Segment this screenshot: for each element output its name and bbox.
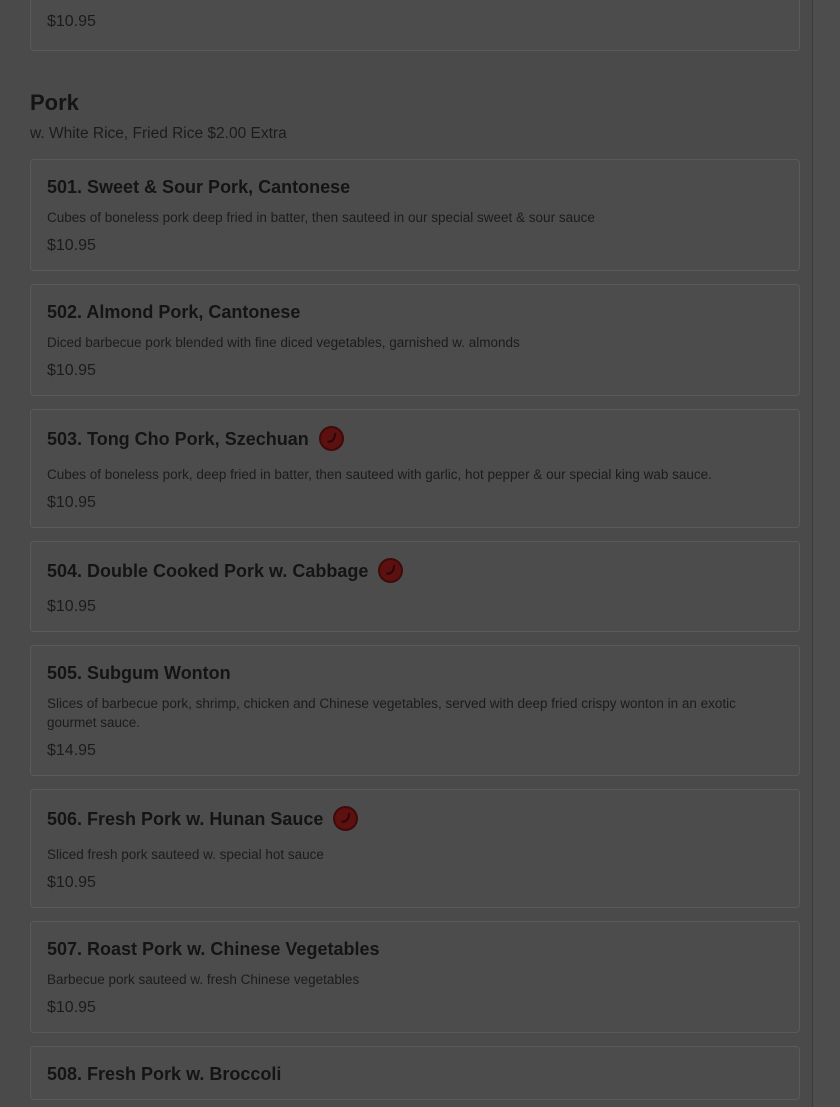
menu-item-card[interactable]: 505. Subgum Wonton Slices of barbecue po… <box>30 645 800 776</box>
menu-item-price: $10.95 <box>47 999 96 1016</box>
menu-item-price: $10.95 <box>47 237 96 254</box>
menu-item-card[interactable]: 502. Almond Pork, Cantonese Diced barbec… <box>30 284 800 396</box>
menu-item-card[interactable]: 507. Roast Pork w. Chinese Vegetables Ba… <box>30 921 800 1033</box>
chili-pepper-icon <box>318 426 344 451</box>
section-subtitle: w. White Rice, Fried Rice $2.00 Extra <box>30 125 287 142</box>
menu-item-card[interactable]: 501. Sweet & Sour Pork, Cantonese Cubes … <box>30 159 800 271</box>
menu-item-price: $10.95 <box>47 494 96 511</box>
menu-item-description: Cubes of boneless pork, deep fried in ba… <box>47 467 712 482</box>
menu-content: Pork w. White Rice, Fried Rice $2.00 Ext… <box>0 90 812 1107</box>
menu-item-card-previous[interactable]: $10.95 <box>30 0 800 51</box>
section-title: Pork <box>30 90 79 115</box>
menu-item-card[interactable]: 508. Fresh Pork w. Broccoli <box>30 1046 800 1100</box>
menu-item-title: 501. Sweet & Sour Pork, Cantonese <box>47 177 351 197</box>
menu-item-card[interactable]: 504. Double Cooked Pork w. Cabbage $10.9… <box>30 541 800 632</box>
chili-pepper-icon <box>333 806 359 831</box>
menu-item-price: $10.95 <box>47 598 96 615</box>
menu-item-title: 504. Double Cooked Pork w. Cabbage <box>47 560 369 581</box>
menu-item-description: Diced barbecue pork blended with fine di… <box>47 335 520 350</box>
menu-item-title: 506. Fresh Pork w. Hunan Sauce <box>47 808 324 829</box>
menu-item-price: $10.95 <box>47 13 96 30</box>
menu-item-card[interactable]: 506. Fresh Pork w. Hunan Sauce Sliced fr… <box>30 789 800 908</box>
menu-item-title: 503. Tong Cho Pork, Szechuan <box>47 428 309 449</box>
menu-item-description: Barbecue pork sauteed w. fresh Chinese v… <box>47 972 360 987</box>
menu-item-description: Sliced fresh pork sauteed w. special hot… <box>47 847 324 862</box>
menu-item-price: $10.95 <box>47 362 96 379</box>
menu-item-title: 502. Almond Pork, Cantonese <box>47 302 301 322</box>
menu-item-description: Cubes of boneless pork deep fried in bat… <box>47 210 595 225</box>
menu-item-card[interactable]: 503. Tong Cho Pork, Szechuan Cubes of bo… <box>30 409 800 528</box>
chili-pepper-icon <box>378 558 404 583</box>
menu-item-price: $10.95 <box>47 874 96 891</box>
menu-item-title: 507. Roast Pork w. Chinese Vegetables <box>47 939 380 959</box>
menu-page: $10.95 Pork w. White Rice, Fried Rice $2… <box>0 0 840 1107</box>
menu-item-title: 505. Subgum Wonton <box>47 663 231 683</box>
menu-item-price: $14.95 <box>47 742 96 759</box>
menu-item-description: Slices of barbecue pork, shrimp, chicken… <box>47 696 736 730</box>
scrollbar[interactable] <box>812 0 840 1107</box>
menu-item-title: 508. Fresh Pork w. Broccoli <box>47 1064 282 1084</box>
